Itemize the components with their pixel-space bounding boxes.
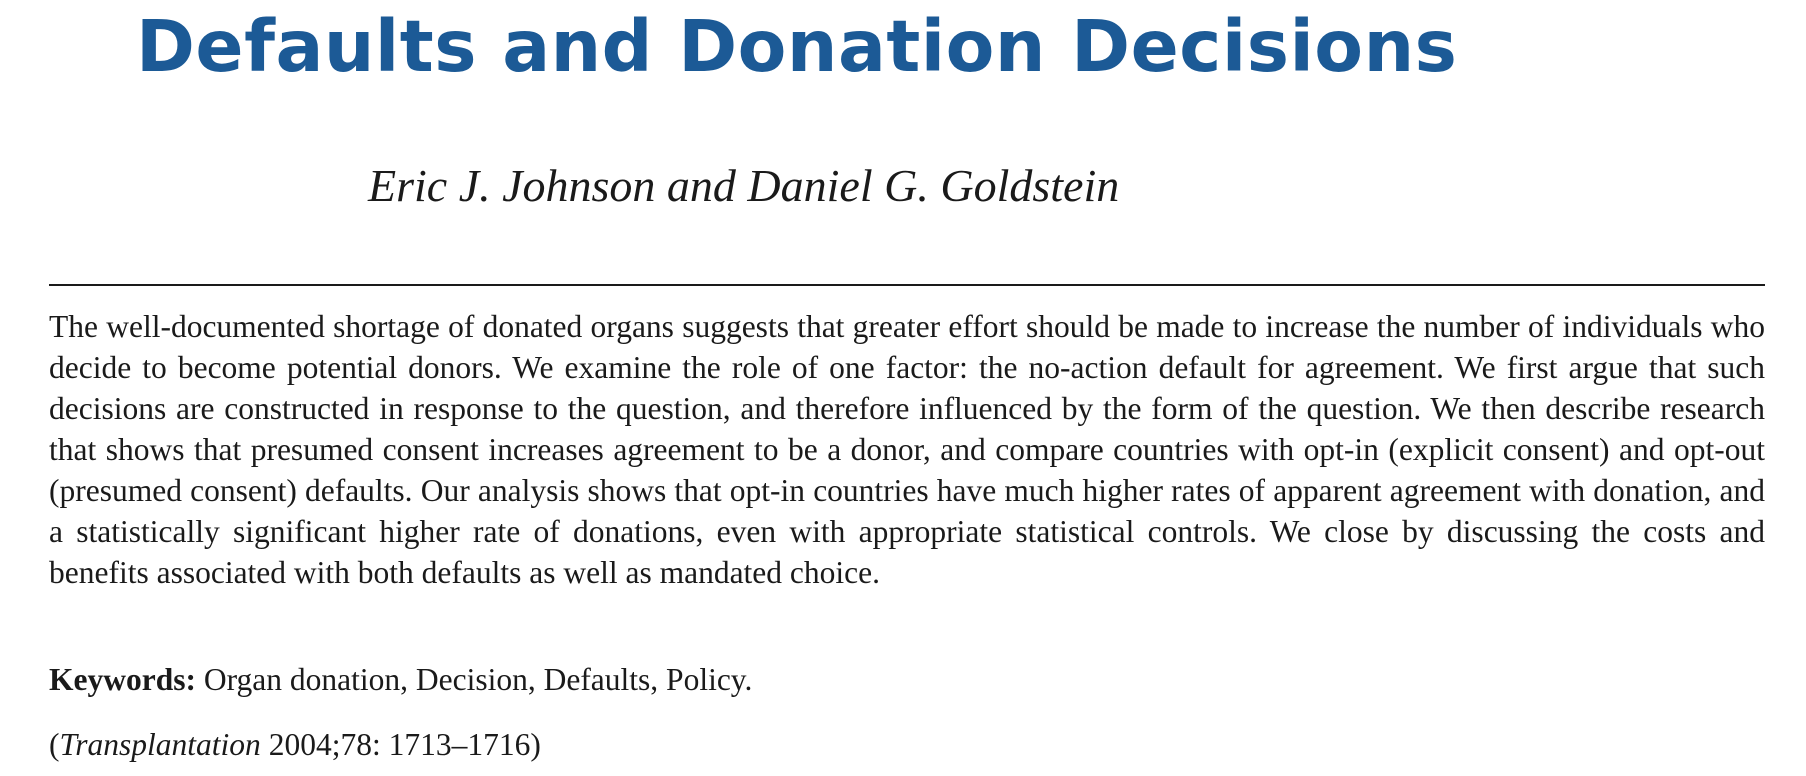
article-authors: Eric J. Johnson and Daniel G. Goldstein xyxy=(368,160,1120,211)
header-divider xyxy=(49,284,1765,286)
keywords-list: Organ donation, Decision, Defaults, Poli… xyxy=(203,662,753,697)
keywords-line: Keywords: Organ donation, Decision, Defa… xyxy=(49,659,752,700)
abstract-text: The well-documented shortage of donated … xyxy=(49,309,1765,590)
citation-line: (Transplantation 2004;78: 1713–1716) xyxy=(49,724,541,765)
article-title: Defaults and Donation Decisions xyxy=(136,5,1458,88)
keywords-label: Keywords: xyxy=(49,662,196,697)
citation-journal: Transplantation xyxy=(59,727,261,762)
citation-details: 2004;78: 1713–1716) xyxy=(260,727,541,762)
citation-open-paren: ( xyxy=(49,727,60,762)
